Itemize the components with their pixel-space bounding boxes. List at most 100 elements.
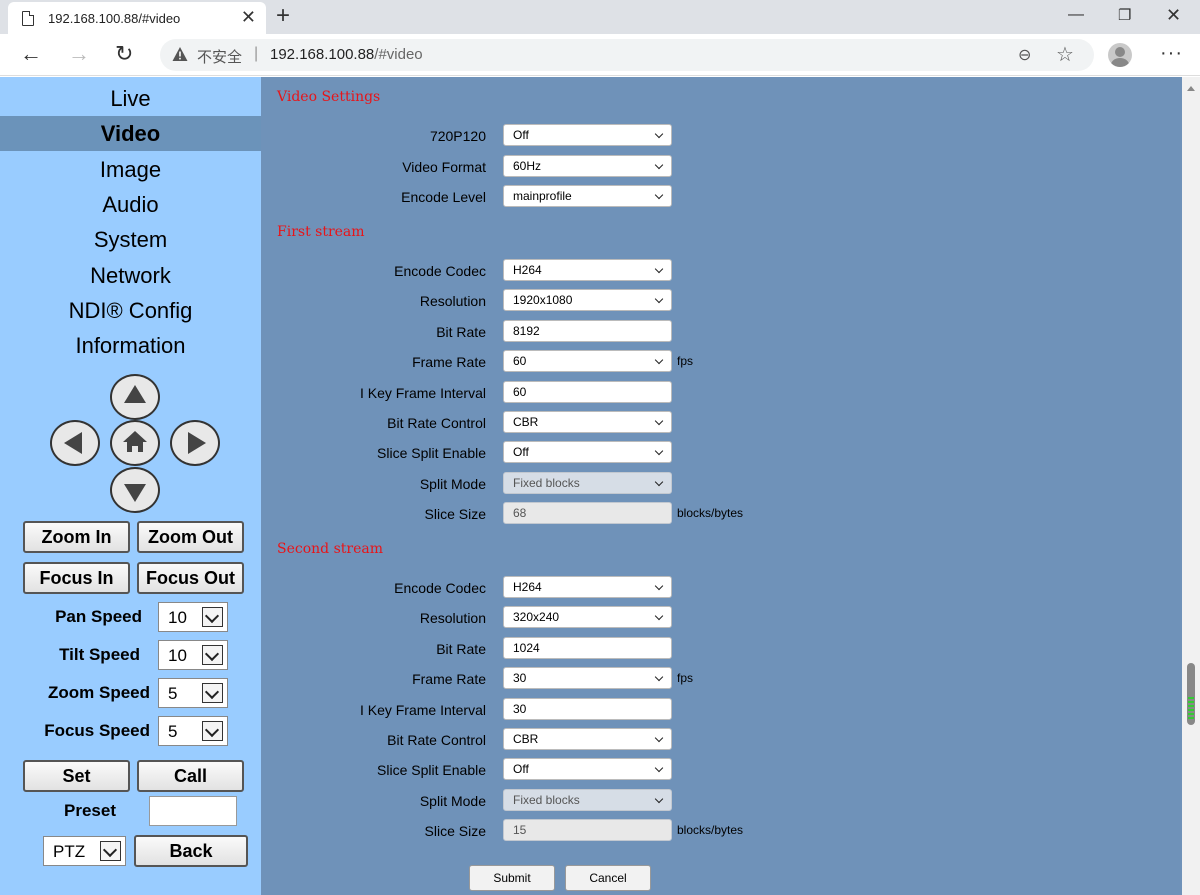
browser-tab[interactable]: 192.168.100.88/#video ✕ xyxy=(8,2,266,34)
tilt-speed-select[interactable]: 10 xyxy=(158,640,228,670)
field-label: Encode Codec xyxy=(394,263,486,279)
profile-avatar[interactable] xyxy=(1108,43,1132,67)
security-label: 不安全 xyxy=(197,49,243,66)
scroll-up-icon[interactable] xyxy=(1187,86,1195,91)
second-stream-title: Second stream xyxy=(277,541,383,557)
zoom-out-button[interactable]: Zoom Out xyxy=(137,521,244,553)
vertical-scrollbar[interactable] xyxy=(1182,77,1200,895)
zoom-speed-select[interactable]: 5 xyxy=(158,678,228,708)
ptz-left-button[interactable] xyxy=(50,420,100,466)
menu-item-live[interactable]: Live xyxy=(0,81,261,116)
back-button[interactable]: Back xyxy=(134,835,248,867)
field-value: Off xyxy=(513,762,529,776)
preset-set-button[interactable]: Set xyxy=(23,760,130,792)
video-format-select[interactable]: 60Hz xyxy=(503,155,672,177)
field-label: Bit Rate Control xyxy=(387,415,486,431)
second-bit-rate-input[interactable]: 1024 xyxy=(503,637,672,659)
close-tab-icon[interactable]: ✕ xyxy=(241,8,256,26)
blocks-bytes-unit: blocks/bytes xyxy=(677,823,744,837)
restore-icon[interactable]: ❐ xyxy=(1118,6,1131,24)
field-label: Slice Split Enable xyxy=(377,762,486,778)
field-label: Bit Rate xyxy=(436,324,486,340)
second-frame-rate-select[interactable]: 30 xyxy=(503,667,672,689)
first-resolution-select[interactable]: 1920x1080 xyxy=(503,289,672,311)
pan-speed-label: Pan Speed xyxy=(55,607,142,626)
forward-arrow-icon[interactable]: → xyxy=(68,42,90,66)
fps-unit: fps xyxy=(677,354,694,368)
field-value: 60 xyxy=(513,354,527,368)
chevron-down-icon xyxy=(654,294,664,304)
field-value: Fixed blocks xyxy=(513,476,580,490)
field-value: CBR xyxy=(513,732,539,746)
preset-input[interactable] xyxy=(149,796,237,826)
first-key-frame-input[interactable]: 60 xyxy=(503,381,672,403)
minimize-icon[interactable]: — xyxy=(1068,6,1084,24)
second-slice-split-select[interactable]: Off xyxy=(503,758,672,780)
menu-item-system[interactable]: System xyxy=(0,222,261,257)
ptz-down-button[interactable] xyxy=(110,467,160,513)
encode-level-select[interactable]: mainprofile xyxy=(503,185,672,207)
ptz-up-button[interactable] xyxy=(110,374,160,420)
mode-value: PTZ xyxy=(53,842,86,861)
menu-item-network[interactable]: Network xyxy=(0,258,261,293)
address-bar[interactable]: 不安全 | 192.168.100.88/#video ⊖ ☆ xyxy=(160,39,1094,71)
zoom-speed-value: 5 xyxy=(168,684,178,703)
first-bit-rate-input[interactable]: 8192 xyxy=(503,320,672,342)
chevron-down-icon xyxy=(654,355,664,365)
url-host: 192.168.100.88 xyxy=(270,46,375,63)
first-slice-size-input: 68 xyxy=(503,502,672,524)
field-value: mainprofile xyxy=(513,189,572,203)
ptz-right-button[interactable] xyxy=(170,420,220,466)
menu-item-image[interactable]: Image xyxy=(0,152,261,187)
back-arrow-icon[interactable]: ← xyxy=(20,42,42,66)
field-value: 60 xyxy=(513,385,527,399)
arrow-left-icon xyxy=(64,432,82,454)
favorite-icon[interactable]: ☆ xyxy=(1056,42,1074,67)
chevron-down-icon xyxy=(654,416,664,426)
sidebar: Live Video Image Audio System Network ND… xyxy=(0,77,261,895)
field-value: H264 xyxy=(513,580,542,594)
field-value: 1920x1080 xyxy=(513,293,573,307)
first-frame-rate-select[interactable]: 60 xyxy=(503,350,672,372)
field-label: Split Mode xyxy=(419,476,486,492)
menu-item-video[interactable]: Video xyxy=(0,116,261,151)
fps-unit: fps xyxy=(677,671,694,685)
menu-item-audio[interactable]: Audio xyxy=(0,187,261,222)
more-menu-icon[interactable]: ··· xyxy=(1160,42,1183,65)
pan-speed-select[interactable]: 10 xyxy=(158,602,228,632)
tilt-speed-value: 10 xyxy=(168,646,187,665)
zoom-out-icon[interactable]: ⊖ xyxy=(1018,45,1031,65)
field-value: 60Hz xyxy=(513,159,542,173)
second-bit-rate-control-select[interactable]: CBR xyxy=(503,728,672,750)
focus-in-button[interactable]: Focus In xyxy=(23,562,130,594)
scroll-grip-icon xyxy=(1188,697,1194,719)
first-slice-split-select[interactable]: Off xyxy=(503,441,672,463)
reload-icon[interactable]: ↻ xyxy=(115,42,133,66)
chevron-down-icon xyxy=(202,607,223,627)
field-label: Frame Rate xyxy=(412,354,486,370)
menu-item-information[interactable]: Information xyxy=(0,328,261,363)
focus-speed-select[interactable]: 5 xyxy=(158,716,228,746)
url-separator: | xyxy=(254,45,259,62)
second-key-frame-input[interactable]: 30 xyxy=(503,698,672,720)
first-encode-codec-select[interactable]: H264 xyxy=(503,259,672,281)
chevron-down-icon xyxy=(654,672,664,682)
home-icon xyxy=(123,431,147,452)
720p120-select[interactable]: Off xyxy=(503,124,672,146)
cancel-button[interactable]: Cancel xyxy=(565,865,651,891)
preset-call-button[interactable]: Call xyxy=(137,760,244,792)
mode-select[interactable]: PTZ xyxy=(43,836,126,866)
field-value: 1024 xyxy=(513,641,540,655)
focus-out-button[interactable]: Focus Out xyxy=(137,562,244,594)
submit-button[interactable]: Submit xyxy=(469,865,555,891)
second-encode-codec-select[interactable]: H264 xyxy=(503,576,672,598)
ptz-home-button[interactable] xyxy=(110,420,160,466)
menu-item-ndi-config[interactable]: NDI® Config xyxy=(0,293,261,328)
new-tab-icon[interactable]: + xyxy=(276,3,290,29)
close-window-icon[interactable]: ✕ xyxy=(1166,5,1181,26)
field-value: 30 xyxy=(513,671,527,685)
first-bit-rate-control-select[interactable]: CBR xyxy=(503,411,672,433)
blocks-bytes-unit: blocks/bytes xyxy=(677,506,744,520)
zoom-in-button[interactable]: Zoom In xyxy=(23,521,130,553)
second-resolution-select[interactable]: 320x240 xyxy=(503,606,672,628)
